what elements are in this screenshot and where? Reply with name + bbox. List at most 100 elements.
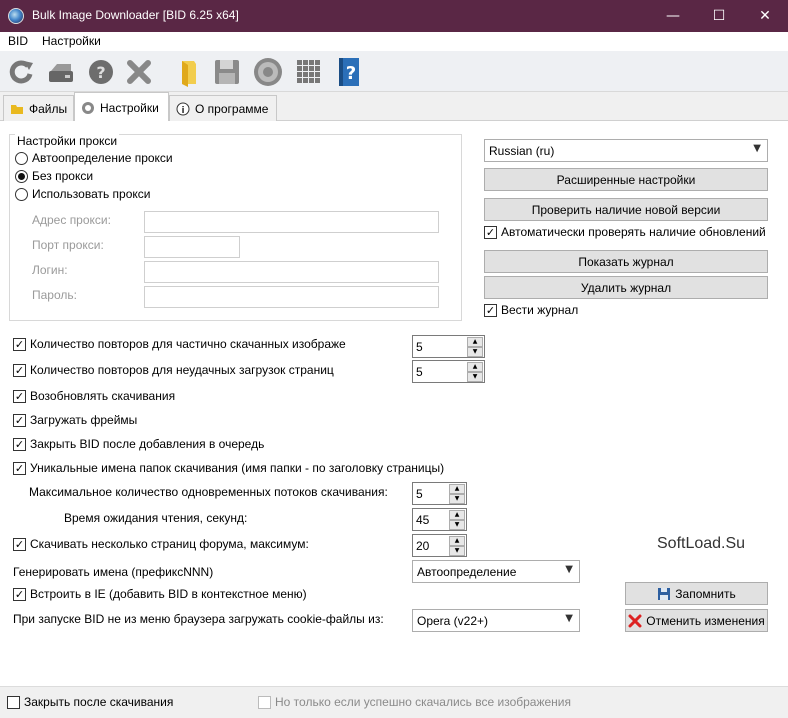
unique-folders-checkbox[interactable]: ✓ Уникальные имена папок скачивания (имя… [13,461,444,475]
proxy-group-label: Настройки прокси [15,134,120,148]
tab-about-label: О программе [195,101,269,116]
radio-use-proxy-label: Использовать прокси [32,187,151,201]
gear-icon[interactable] [251,55,285,89]
book-help-icon[interactable]: ? [332,55,366,89]
checkbox-mark: ✓ [13,461,26,475]
checkbox-mark: ✓ [13,389,26,403]
spin-up-icon[interactable]: ▲ [449,536,465,546]
spin-down-icon[interactable]: ▼ [467,347,483,357]
watermark: SoftLoad.Su [657,535,746,552]
radio-auto-proxy[interactable]: Автоопределение прокси [15,151,173,165]
generate-names-select[interactable]: Автоопределение ▼ [412,560,580,583]
spin-up-icon[interactable]: ▲ [467,362,483,372]
spin-down-icon[interactable]: ▼ [467,372,483,382]
retries-failed-spinner[interactable]: 5 ▲ ▼ [412,360,485,383]
cancel-changes-label: Отменить изменения [646,613,765,628]
check-version-button[interactable]: Проверить наличие новой версии [484,198,768,221]
tab-files[interactable]: Файлы [3,95,74,121]
chevron-down-icon: ▼ [565,613,573,624]
svg-text:?: ? [96,63,105,82]
retries-partial-checkbox[interactable]: ✓ Количество повторов для частично скача… [13,337,346,351]
info-icon: i [176,102,190,116]
window-title: Bulk Image Downloader [BID 6.25 x64] [32,8,239,22]
radio-no-proxy-label: Без прокси [32,169,94,183]
folder-icon [10,102,24,116]
only-if-success-checkbox[interactable]: Но только если успешно скачались все изо… [258,695,571,709]
proxy-address-label: Адрес прокси: [32,213,111,227]
save-button[interactable]: Запомнить [625,582,768,605]
spin-down-icon[interactable]: ▼ [449,546,465,556]
load-frames-label: Загружать фреймы [30,413,138,427]
hard-drive-icon[interactable] [44,55,78,89]
checkbox-mark: ✓ [13,363,26,377]
forum-pages-checkbox[interactable]: ✓ Скачивать несколько страниц форума, ма… [13,537,309,551]
refresh-icon[interactable] [4,55,38,89]
checkbox-mark: ✓ [484,225,497,239]
load-frames-checkbox[interactable]: ✓ Загружать фреймы [13,413,137,427]
advanced-settings-button[interactable]: Расширенные настройки [484,168,768,191]
proxy-password-input[interactable] [144,286,439,308]
read-timeout-spinner[interactable]: 45 ▲ ▼ [412,508,467,531]
chevron-down-icon: ▼ [753,143,761,154]
retries-failed-value: 5 [416,365,423,379]
folder-icon[interactable] [172,55,206,89]
retries-partial-spinner[interactable]: 5 ▲ ▼ [412,335,485,358]
maximize-button[interactable]: ☐ [696,0,742,32]
radio-use-proxy[interactable]: Использовать прокси [15,187,151,201]
spin-up-icon[interactable]: ▲ [449,510,465,520]
checkbox-mark: ✓ [484,303,497,317]
save-icon[interactable] [210,55,244,89]
checkbox-mark [258,695,271,709]
cookies-source-value: Opera (v22+) [417,614,489,628]
menu-settings[interactable]: Настройки [42,34,101,48]
save-button-label: Запомнить [675,586,736,601]
spin-down-icon[interactable]: ▼ [449,520,465,530]
retries-failed-checkbox[interactable]: ✓ Количество повторов для неудачных загр… [13,363,334,377]
radio-no-proxy[interactable]: Без прокси [15,169,93,183]
spin-down-icon[interactable]: ▼ [449,494,465,504]
radio-dot [15,151,28,165]
ie-integration-checkbox[interactable]: ✓ Встроить в IE (добавить BID в контекст… [13,587,307,601]
delete-icon[interactable] [122,55,156,89]
proxy-port-input[interactable] [144,236,240,258]
save-icon [657,587,671,601]
close-after-queue-checkbox[interactable]: ✓ Закрыть BID после добавления в очередь [13,437,264,451]
auto-check-updates-checkbox[interactable]: ✓ Автоматически проверять наличие обновл… [484,225,766,239]
proxy-port-label: Порт прокси: [32,238,104,252]
proxy-address-input[interactable] [144,211,439,233]
help-icon[interactable]: ? [84,55,118,89]
proxy-password-label: Пароль: [32,288,77,302]
resume-downloads-label: Возобновлять скачивания [30,389,176,403]
tab-about[interactable]: i О программе [169,95,277,121]
tab-strip: Файлы Настройки i О программе [0,92,788,122]
resume-downloads-checkbox[interactable]: ✓ Возобновлять скачивания [13,389,175,403]
keep-log-checkbox[interactable]: ✓ Вести журнал [484,303,578,317]
menu-bid[interactable]: BID [8,34,28,48]
cancel-changes-button[interactable]: Отменить изменения [625,609,768,632]
radio-auto-proxy-label: Автоопределение прокси [32,151,173,165]
forum-pages-spinner[interactable]: 20 ▲ ▼ [412,534,467,557]
checkbox-mark [7,695,20,709]
checkbox-mark: ✓ [13,437,26,451]
cancel-icon [628,614,642,628]
gear-icon [81,101,95,115]
svg-text:i: i [181,106,184,116]
language-select[interactable]: Russian (ru) ▼ [484,139,768,162]
only-if-success-label: Но только если успешно скачались все изо… [275,695,571,709]
spin-up-icon[interactable]: ▲ [449,484,465,494]
minimize-button[interactable]: — [650,0,696,32]
show-log-button[interactable]: Показать журнал [484,250,768,273]
menu-bar: BID Настройки [0,32,788,51]
spin-up-icon[interactable]: ▲ [467,337,483,347]
close-after-download-checkbox[interactable]: Закрыть после скачивания [7,695,173,709]
max-threads-spinner[interactable]: 5 ▲ ▼ [412,482,467,505]
svg-text:?: ? [346,63,356,84]
proxy-login-input[interactable] [144,261,439,283]
tab-settings[interactable]: Настройки [74,92,169,122]
grid-icon[interactable] [292,55,326,89]
close-button[interactable]: ✕ [742,0,788,32]
delete-log-button[interactable]: Удалить журнал [484,276,768,299]
cookies-source-select[interactable]: Opera (v22+) ▼ [412,609,580,632]
status-bar: Закрыть после скачивания Но только если … [0,686,788,718]
close-after-queue-label: Закрыть BID после добавления в очередь [30,437,265,451]
